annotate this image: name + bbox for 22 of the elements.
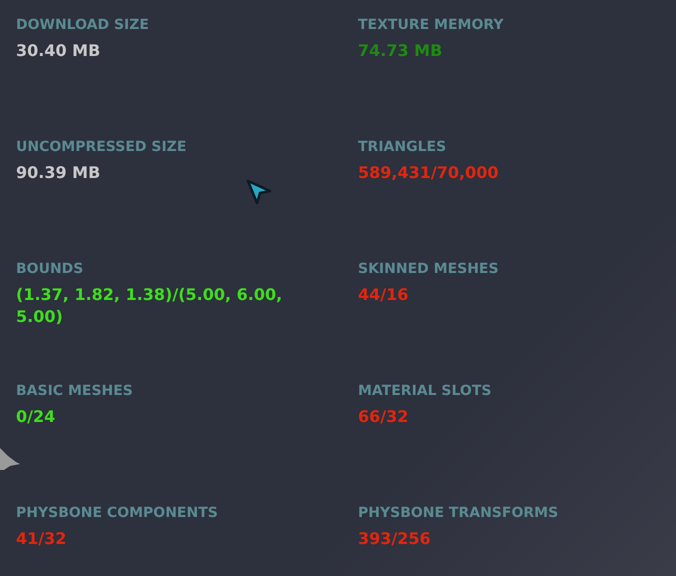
stat-value: (1.37, 1.82, 1.38)/(5.00, 6.00, 5.00) [16, 284, 284, 328]
stat-value: 74.73 MB [358, 40, 442, 62]
stat-label: UNCOMPRESSED SIZE [16, 139, 186, 155]
stat-label: MATERIAL SLOTS [358, 383, 492, 399]
stat-value: 589,431/70,000 [358, 162, 498, 184]
stat-value: 90.39 MB [16, 162, 100, 184]
stat-value: 66/32 [358, 406, 408, 428]
stat-label: TEXTURE MEMORY [358, 17, 504, 33]
jagged-shape-icon [0, 448, 20, 470]
stat-label: PHYSBONE TRANSFORMS [358, 505, 558, 521]
stat-label: BOUNDS [16, 261, 84, 277]
stat-value: 393/256 [358, 528, 431, 550]
stat-label: TRIANGLES [358, 139, 446, 155]
stat-value: 44/16 [358, 284, 408, 306]
stat-label: BASIC MESHES [16, 383, 133, 399]
stat-value: 30.40 MB [16, 40, 100, 62]
stat-label: DOWNLOAD SIZE [16, 17, 149, 33]
stat-value: 0/24 [16, 406, 56, 428]
cursor-icon [246, 179, 272, 205]
stat-value: 41/32 [16, 528, 66, 550]
stat-label: SKINNED MESHES [358, 261, 499, 277]
stat-label: PHYSBONE COMPONENTS [16, 505, 218, 521]
